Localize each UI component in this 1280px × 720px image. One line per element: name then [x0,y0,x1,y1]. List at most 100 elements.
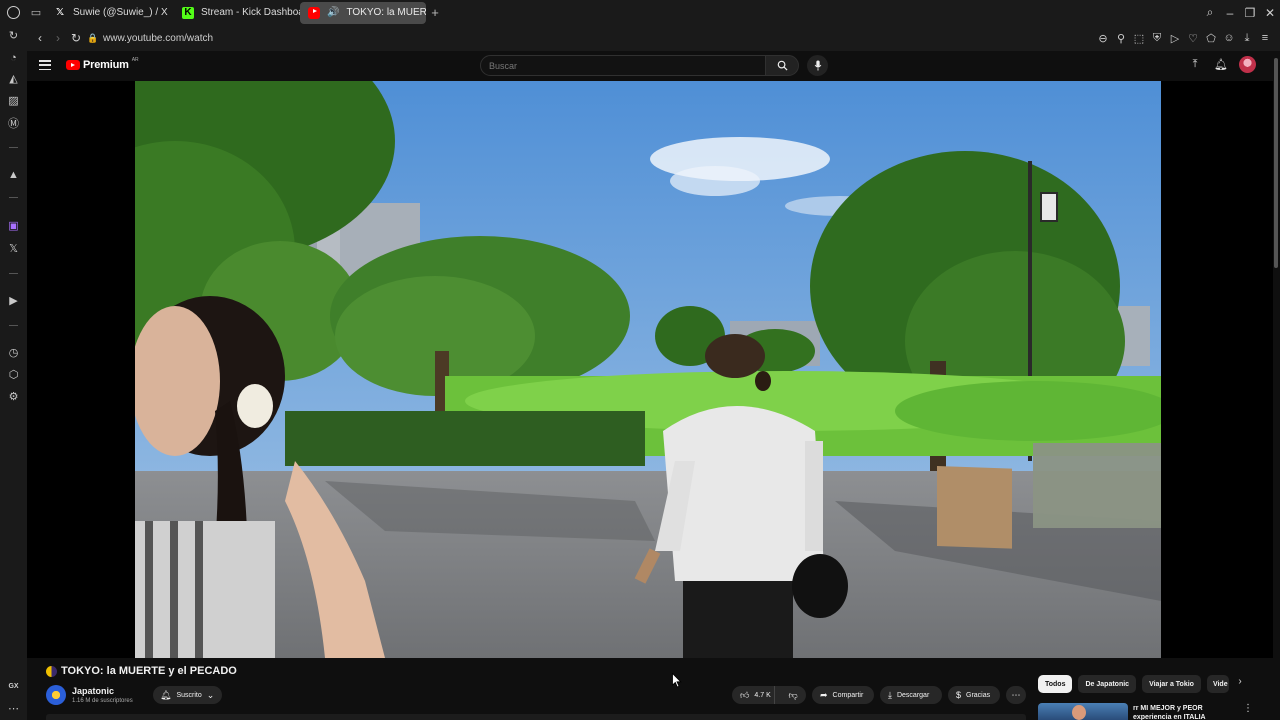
search-input[interactable] [481,56,765,75]
more-dots-icon[interactable]: ⋯ [6,701,21,716]
description-box-edge[interactable] [46,714,1026,720]
tab-islands-icon[interactable]: ▭ [26,0,46,25]
download-icon[interactable]: ⤓ [1238,32,1256,45]
recommended-more-icon[interactable]: ⋮ [1243,703,1253,714]
snapshot-icon[interactable]: ⬚ [1130,32,1148,45]
x-logo-icon: 𝕏 [55,7,65,18]
gx-corner-icon[interactable]: ▨ [6,93,21,108]
dislike-button[interactable]: 👎︎ [780,690,806,701]
tab-twitter[interactable]: 𝕏 Suwie (@Suwie_) / X [46,2,174,24]
more-actions-button[interactable]: ⋯ [1006,686,1026,704]
voice-search-button[interactable] [807,55,828,76]
history-icon[interactable]: ◷ [6,345,21,360]
recommended-video-thumbnail[interactable] [1038,703,1128,720]
video-title-text: TOKYO: la MUERTE y el PECADO [61,665,237,677]
recommended-video-title[interactable]: rr MI MEJOR y PEOR experiencia en ITALIA [1133,704,1231,720]
video-player[interactable] [27,81,1273,658]
share-button[interactable]: ➦ Compartir [812,686,874,704]
chip-videos[interactable]: Vide [1206,675,1229,693]
search-tabs-icon[interactable]: ⌕ [1200,5,1220,20]
new-tab-plus-icon[interactable]: + [426,5,444,20]
back-icon[interactable]: ‹ [31,31,49,45]
tab-title: TOKYO: la MUERTE [346,7,426,18]
chevron-right-icon[interactable]: › [1233,676,1247,687]
tab-title: Stream - Kick Dashboard [201,7,300,18]
more-dots-icon: ⋯ [1011,689,1021,700]
extensions-icon[interactable]: ⬡ [6,367,21,382]
bell-icon: 🔔︎ [160,689,172,700]
lock-icon[interactable]: 🔒 [85,33,101,44]
speed-dial-icon[interactable]: ◔ [6,50,21,65]
menu-lines-icon[interactable]: ≡ [1256,32,1274,45]
shield-icon[interactable]: ⛨ [1148,32,1166,45]
page-scrollbar[interactable] [1274,58,1278,268]
extensions-puzzle-icon[interactable]: ⬠ [1202,32,1220,45]
player-app-icon[interactable]: ▲ [6,167,21,182]
speaker-icon[interactable]: 🔊 [327,7,339,18]
thumbs-up-icon: 👍︎ [740,689,750,700]
country-code: AR [131,57,139,63]
mouse-cursor-icon [672,673,682,688]
bookmark-icon[interactable]: ⚲ [1112,32,1130,45]
sidebar-divider [9,147,18,148]
thanks-button[interactable]: $ Gracias [948,686,1000,704]
channel-name[interactable]: Japatonic [72,686,114,696]
player-icon[interactable]: ▶ [6,293,21,308]
opera-gx-logo-icon[interactable] [0,0,26,25]
logo-text: Premium [83,59,129,71]
like-count: 4.7 K [754,691,771,699]
chip-viajar-a-tokio[interactable]: Viajar a Tokio [1142,675,1201,693]
share-label: Compartir [832,691,864,699]
close-window-icon[interactable]: ✕ [1260,6,1280,20]
download-button[interactable]: ⤓ Descargar [880,686,942,704]
window-controls: ⌕ – ❐ ✕ [1200,5,1280,20]
share-arrow-icon: ➦ [820,689,828,700]
chip-de-japatonic[interactable]: De Japatonic [1078,675,1137,693]
m-app-icon[interactable]: Ⓜ [6,115,21,130]
channel-avatar[interactable] [46,685,66,705]
address-bar-actions: ⊖ ⚲ ⬚ ⛨ ▷ ♡ ⬠ ☺ ⤓ ≡ [1094,32,1280,45]
thumbs-down-icon: 👎︎ [788,689,798,700]
browser-tab-bar: ▭ 𝕏 Suwie (@Suwie_) / X K Stream - Kick … [0,0,1280,25]
like-dislike-group: 👍︎ 4.7 K 👎︎ [732,686,806,704]
notifications-bell-icon[interactable]: 🔔︎ [1213,58,1229,71]
subscribed-button[interactable]: 🔔︎ Suscrito ⌄ [153,686,222,704]
user-avatar[interactable] [1239,56,1256,73]
subscribed-label: Suscrito [176,691,202,699]
sidebar-divider [9,197,18,198]
reload-icon[interactable]: ↻ [67,31,85,45]
profile-icon[interactable]: ☺ [1220,32,1238,45]
forward-icon[interactable]: › [49,31,67,45]
minimize-icon[interactable]: – [1220,6,1240,20]
thanks-label: Gracias [966,691,991,699]
twitch-icon[interactable]: ▣ [6,218,21,233]
extensions-sidebar-icon[interactable]: ◭ [6,71,21,86]
upload-icon[interactable]: ⤒ [1187,58,1203,71]
settings-gear-icon[interactable]: ⚙ [6,389,21,404]
video-frame[interactable] [135,81,1161,658]
search-button[interactable] [765,55,799,76]
download-label: Descargar [896,691,930,699]
youtube-premium-logo[interactable]: Premium AR [66,57,139,71]
search-box [480,55,766,76]
subscriber-count: 1.16 M de suscriptores [72,698,133,704]
zoom-icon[interactable]: ⊖ [1094,32,1112,45]
header-actions: ⤒ 🔔︎ [1187,56,1256,73]
browser-sidebar: ↻ ◔ ◭ ▨ Ⓜ ▲ ▣ 𝕏 ▶ ◷ ⬡ ⚙ GX ⋯ [0,25,27,720]
restore-icon[interactable]: ❐ [1240,6,1260,20]
gx-label[interactable]: GX [6,679,21,694]
sidebar-divider [9,325,18,326]
refresh-sidebar-icon[interactable]: ↻ [6,28,21,43]
like-button[interactable]: 👍︎ 4.7 K [732,686,776,704]
video-title: TOKYO: la MUERTE y el PECADO [46,665,237,677]
video-popout-icon[interactable]: ▷ [1166,32,1184,45]
chip-todos[interactable]: Todos [1038,675,1073,693]
x-sidebar-icon[interactable]: 𝕏 [6,241,21,256]
tab-youtube-active[interactable]: 🔊 TOKYO: la MUERTE [300,1,426,24]
heart-icon[interactable]: ♡ [1184,32,1202,45]
kick-logo-icon: K [182,6,194,19]
youtube-logo-icon [308,6,320,19]
tab-kick-dashboard[interactable]: K Stream - Kick Dashboard [174,2,300,24]
hamburger-menu-icon[interactable] [39,59,51,71]
url-field[interactable]: www.youtube.com/watch [103,33,213,44]
